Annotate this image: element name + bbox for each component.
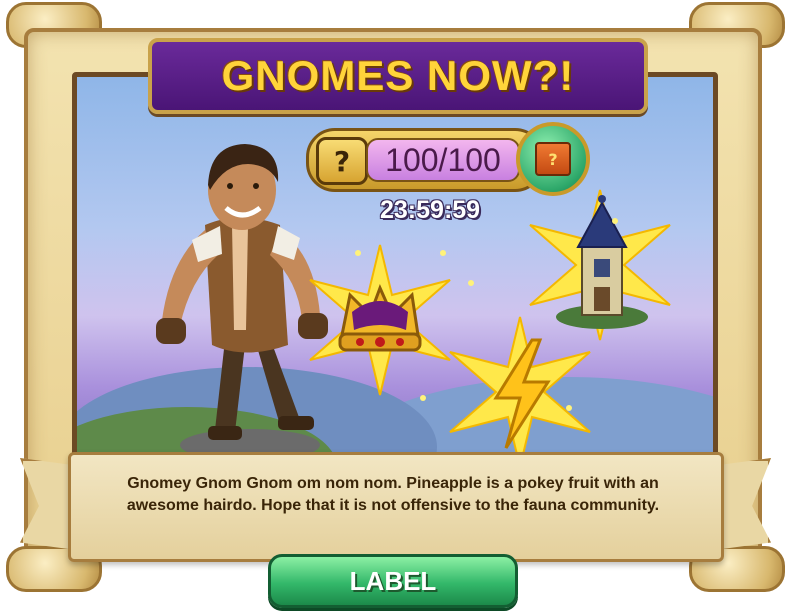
countdown-timer: 23:59:59 — [380, 196, 481, 224]
lightning-bolt-icon — [449, 316, 591, 468]
help-button[interactable]: ? — [316, 137, 368, 185]
label-button[interactable]: LABEL — [268, 554, 518, 608]
sparkle — [468, 280, 474, 286]
sparkle — [420, 395, 426, 401]
description-text: Gnomey Gnom Gnom om nom nom. Pineapple i… — [126, 475, 660, 514]
sparkle — [355, 250, 361, 256]
mystery-box-icon: ? — [535, 142, 571, 176]
crown-icon — [309, 244, 451, 396]
sparkle — [566, 405, 572, 411]
sparkle — [612, 218, 618, 224]
sparkle — [440, 250, 446, 256]
progress-count: 100/100 — [366, 138, 520, 182]
popup-title: GNOMES NOW?! — [221, 52, 575, 99]
title-banner: GNOMES NOW?! — [148, 38, 648, 114]
